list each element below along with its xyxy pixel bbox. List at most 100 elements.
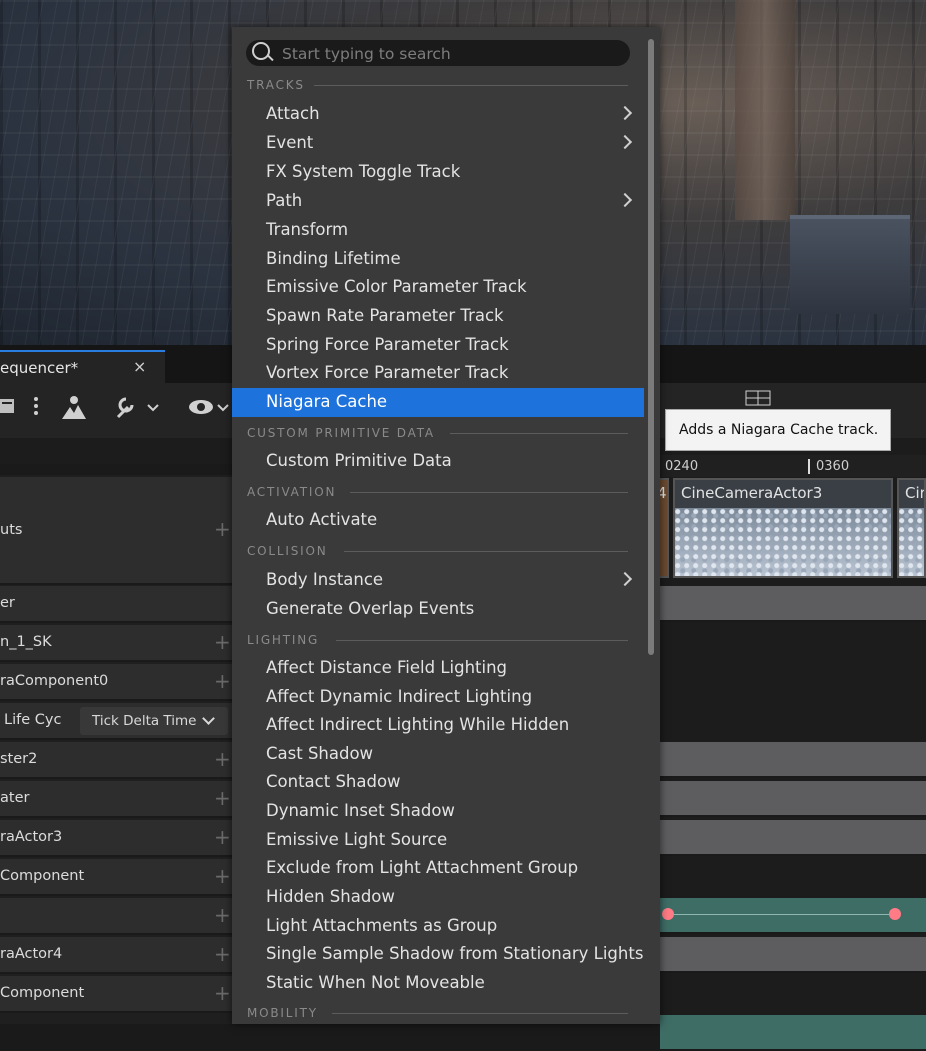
add-track-icon[interactable]: + [214, 747, 231, 771]
menu-item-label: Affect Distance Field Lighting [266, 658, 508, 677]
keyframe-icon[interactable] [662, 908, 674, 920]
shot-section[interactable]: Cir [897, 478, 926, 578]
track-bar[interactable] [660, 820, 926, 856]
outliner-row-label: Component [0, 868, 85, 884]
menu-item-label: Custom Primitive Data [266, 451, 452, 470]
tick-delta-time-dropdown[interactable]: Tick Delta Time [80, 707, 228, 735]
add-track-icon[interactable]: + [214, 981, 231, 1005]
add-track-icon[interactable]: + [214, 825, 231, 849]
menu-item-auto-activate[interactable]: Auto Activate [232, 506, 644, 535]
menu-item-attach[interactable]: Attach [232, 100, 644, 129]
add-track-icon[interactable]: + [214, 864, 231, 888]
track-bar[interactable] [660, 937, 926, 973]
menu-item-label: Path [266, 191, 303, 210]
menu-item-cast-shadow[interactable]: Cast Shadow [232, 740, 644, 769]
menu-item-label: Generate Overlap Events [266, 599, 475, 618]
section-header-tracks: TRACKS [247, 78, 305, 92]
menu-item-label: Event [266, 133, 314, 152]
shot-section[interactable]: CineCameraActor3 [673, 478, 893, 578]
menu-search[interactable] [246, 40, 630, 68]
menu-item-label: Vortex Force Parameter Track [266, 363, 509, 382]
outliner-row[interactable]: raActor3 + [0, 820, 232, 857]
menu-item-label: Body Instance [266, 570, 384, 589]
outliner-row[interactable]: ster2 + [0, 742, 232, 779]
menu-item-exclude-light-attachment[interactable]: Exclude from Light Attachment Group [232, 854, 644, 883]
add-track-icon[interactable]: + [214, 786, 231, 810]
menu-item-label: Cast Shadow [266, 744, 374, 763]
menu-item-affect-indirect-lighting-hidden[interactable]: Affect Indirect Lighting While Hidden [232, 711, 644, 740]
outliner-row-label: er [0, 595, 15, 611]
sequencer-tab[interactable]: equencer* × [0, 350, 165, 383]
menu-item-label: Emissive Color Parameter Track [266, 277, 527, 296]
add-track-icon[interactable]: + [214, 942, 231, 966]
track-bar[interactable] [660, 898, 926, 934]
add-track-icon[interactable]: + [214, 517, 231, 541]
outliner-row[interactable]: raComponent0 + [0, 664, 232, 701]
menu-item-vortex-force[interactable]: Vortex Force Parameter Track [232, 359, 644, 388]
menu-item-label: Binding Lifetime [266, 249, 401, 268]
outliner-row[interactable]: raActor4 + [0, 937, 232, 974]
outliner-row[interactable]: n_1_SK + [0, 625, 232, 662]
outliner-row-label: uts [0, 522, 23, 538]
add-track-icon[interactable]: + [214, 630, 231, 654]
outliner-row-label: Life Cyc [4, 712, 62, 728]
outliner-row[interactable]: Component + [0, 976, 232, 1013]
menu-item-spawn-rate[interactable]: Spawn Rate Parameter Track [232, 302, 644, 331]
outliner-row[interactable]: ater + [0, 781, 232, 818]
menu-item-hidden-shadow[interactable]: Hidden Shadow [232, 883, 644, 912]
section-header-mobility: MOBILITY [247, 1006, 318, 1020]
menu-item-path[interactable]: Path [232, 187, 644, 216]
timeline-ruler[interactable]: 0240 0360 [660, 455, 926, 477]
section-divider [450, 433, 628, 434]
menu-item-custom-primitive-data[interactable]: Custom Primitive Data [232, 447, 644, 476]
menu-item-affect-dynamic-indirect-lighting[interactable]: Affect Dynamic Indirect Lighting [232, 683, 644, 712]
chevron-right-icon [617, 134, 633, 150]
track-bar[interactable] [660, 781, 926, 817]
menu-item-transform[interactable]: Transform [232, 216, 644, 245]
grid-icon[interactable] [745, 390, 771, 411]
menu-item-emissive-color[interactable]: Emissive Color Parameter Track [232, 273, 644, 302]
more-options-icon[interactable] [32, 395, 40, 422]
menu-item-generate-overlap-events[interactable]: Generate Overlap Events [232, 595, 644, 624]
outliner-row-label: ster2 [0, 751, 38, 767]
outliner-row[interactable]: uts + [0, 477, 232, 585]
add-track-icon[interactable]: + [214, 669, 231, 693]
menu-item-single-sample-shadow[interactable]: Single Sample Shadow from Stationary Lig… [232, 940, 644, 969]
outliner-row-label: raComponent0 [0, 673, 109, 689]
menu-item-affect-distance-field-lighting[interactable]: Affect Distance Field Lighting [232, 654, 644, 683]
menu-item-niagara-cache[interactable]: Niagara Cache [232, 388, 644, 417]
track-bar[interactable] [660, 742, 926, 778]
chevron-right-icon [617, 192, 633, 208]
menu-item-light-attachments-group[interactable]: Light Attachments as Group [232, 912, 644, 941]
menu-item-fx-system-toggle[interactable]: FX System Toggle Track [232, 158, 644, 187]
search-icon [252, 42, 270, 60]
tooltip: Adds a Niagara Cache track. [665, 409, 891, 451]
outliner-row[interactable]: + [0, 898, 232, 935]
wrench-icon[interactable] [114, 395, 162, 426]
outliner-row-label: Component [0, 985, 85, 1001]
keyframe-icon[interactable] [889, 908, 901, 920]
menu-scrollbar[interactable] [648, 39, 654, 655]
menu-item-emissive-light-source[interactable]: Emissive Light Source [232, 826, 644, 855]
track-bar[interactable] [660, 586, 926, 622]
track-bar[interactable] [660, 1015, 926, 1051]
menu-item-event[interactable]: Event [232, 129, 644, 158]
search-input[interactable] [280, 40, 624, 68]
close-icon[interactable]: × [133, 357, 146, 376]
shot-thumbnail [675, 508, 891, 576]
chevron-down-icon [202, 712, 215, 725]
outliner-row[interactable]: er [0, 586, 232, 623]
outliner-row[interactable]: Component + [0, 859, 232, 896]
menu-item-binding-lifetime[interactable]: Binding Lifetime [232, 245, 644, 274]
menu-item-contact-shadow[interactable]: Contact Shadow [232, 768, 644, 797]
menu-item-static-when-not-moveable[interactable]: Static When Not Moveable [232, 969, 644, 998]
menu-item-spring-force[interactable]: Spring Force Parameter Track [232, 331, 644, 360]
menu-item-body-instance[interactable]: Body Instance [232, 566, 644, 595]
eye-icon[interactable] [188, 395, 232, 426]
render-movie-icon[interactable] [0, 395, 16, 422]
menu-item-label: Single Sample Shadow from Stationary Lig… [266, 944, 644, 963]
add-track-icon[interactable]: + [214, 903, 231, 927]
actor-hierarchy-icon[interactable] [60, 395, 88, 426]
menu-item-dynamic-inset-shadow[interactable]: Dynamic Inset Shadow [232, 797, 644, 826]
outliner-row[interactable]: Life Cyc Tick Delta Time [0, 703, 232, 740]
